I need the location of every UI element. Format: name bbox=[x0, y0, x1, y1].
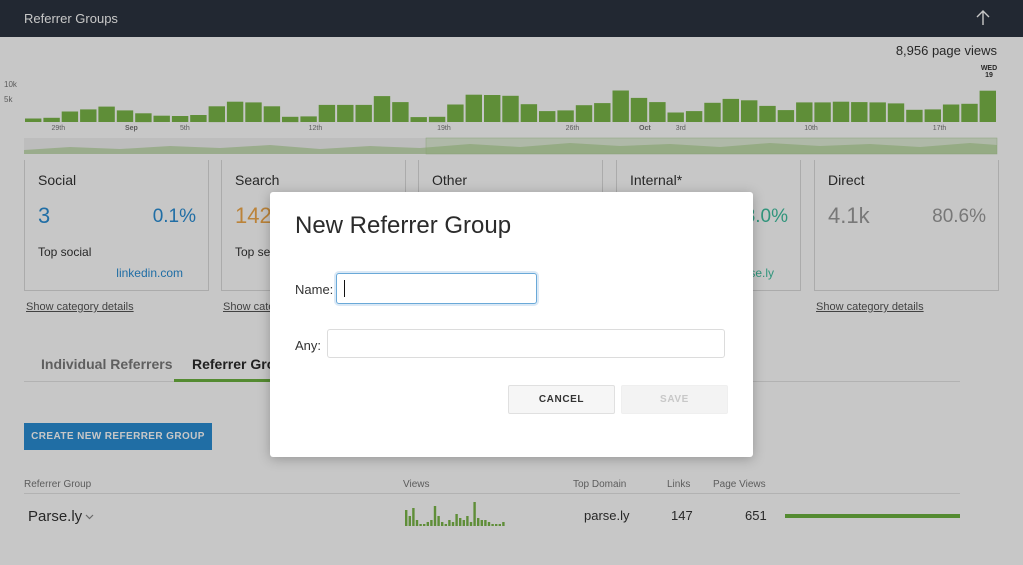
cancel-button[interactable]: CANCEL bbox=[508, 385, 615, 414]
name-input[interactable] bbox=[336, 273, 537, 304]
any-label: Any: bbox=[295, 338, 322, 353]
dialog-title: New Referrer Group bbox=[295, 212, 512, 239]
save-button[interactable]: SAVE bbox=[621, 385, 728, 414]
any-input[interactable] bbox=[327, 329, 725, 358]
text-caret bbox=[344, 280, 345, 297]
name-label: Name: bbox=[295, 282, 334, 297]
new-referrer-group-dialog: New Referrer Group Name: Any: CANCEL SAV… bbox=[270, 192, 753, 457]
